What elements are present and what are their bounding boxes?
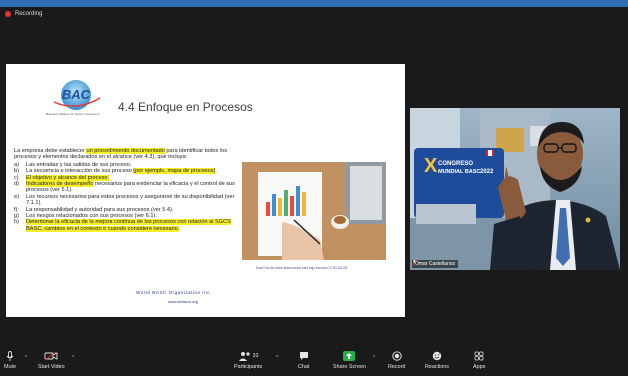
apps-button[interactable]: Apps	[473, 351, 485, 370]
reactions-icon: +	[432, 351, 442, 361]
logo-text: BAC	[62, 87, 91, 102]
record-button[interactable]: Record	[388, 351, 405, 370]
zoom-window: Recording BAC Business Alliance for Secu…	[0, 7, 628, 376]
video-options-caret[interactable]: ^	[72, 355, 74, 361]
basc-logo: BAC	[46, 78, 106, 111]
banner-year: 2022	[480, 169, 494, 175]
start-video-button[interactable]: Start Video	[38, 351, 65, 370]
share-screen-icon	[343, 351, 356, 361]
mute-label: Mute	[4, 364, 16, 370]
slide-footer-url[interactable]: www.wbasco.org	[168, 299, 198, 304]
banner-line1: CONGRESO	[438, 161, 473, 167]
slide-photo	[242, 162, 386, 260]
logo-tagline: Business Alliance for Secure Commerce	[46, 112, 100, 116]
shared-screen-slide: BAC Business Alliance for Secure Commerc…	[6, 64, 405, 317]
share-screen-label: Share Screen	[333, 364, 366, 370]
share-screen-button[interactable]: Share Screen	[333, 351, 366, 370]
mic-muted-icon	[412, 260, 417, 266]
record-dot-icon	[5, 11, 11, 17]
mute-options-caret[interactable]: ^	[25, 355, 27, 361]
participants-icon	[238, 352, 250, 361]
slide-title: 4.4 Enfoque en Procesos	[118, 100, 253, 114]
banner-line2: MUNDIAL BASC	[438, 169, 480, 175]
record-icon	[392, 351, 402, 361]
reactions-label: Reactions	[425, 364, 449, 370]
slide-intro: La empresa debe establecer un procedimie…	[14, 148, 228, 161]
speaker-name: Omar Castellanos	[415, 261, 456, 267]
share-options-caret[interactable]: ^	[373, 355, 375, 361]
chat-icon	[299, 352, 308, 360]
speaker-name-tag: Omar Castellanos	[412, 260, 459, 268]
slide-body: La empresa debe establecer un procedimie…	[14, 148, 242, 232]
speaker-video[interactable]: X CONGRESO MUNDIAL BASC 2022 Omar Castel…	[410, 108, 620, 270]
apps-icon	[474, 351, 484, 361]
photo-caption[interactable]: Esta Foto de Autor desconocido está bajo…	[256, 266, 348, 270]
slide-footer-org: World BASC Organization Inc.	[136, 290, 212, 295]
reactions-button[interactable]: + Reactions	[425, 351, 449, 370]
meeting-toolbar: Mute ^ Start Video ^ 33 Participants ^ C…	[0, 346, 628, 376]
record-label: Record	[388, 364, 406, 370]
mute-button[interactable]: Mute	[4, 351, 16, 370]
participants-label: Participants	[234, 364, 263, 370]
start-video-label: Start Video	[38, 364, 65, 370]
recording-indicator[interactable]: Recording	[0, 7, 628, 21]
list-item: e) Los recursos necesarios para estos pro…	[14, 193, 235, 207]
microphone-icon	[6, 351, 14, 361]
chat-button[interactable]: Chat	[298, 351, 309, 370]
list-item: h) Determinar la eficacia de la mejora co…	[14, 219, 231, 232]
list-item: d) Indicadores de desempeño necesarios pa…	[14, 181, 235, 194]
recording-label: Recording	[15, 11, 43, 17]
svg-text:X: X	[424, 155, 438, 177]
chat-label: Chat	[298, 364, 310, 370]
participants-button[interactable]: 33 Participants	[234, 351, 262, 370]
video-off-icon	[44, 351, 58, 361]
participants-count: 33	[252, 353, 259, 359]
participants-options-caret[interactable]: ^	[276, 355, 278, 361]
requirements-list: a) Las entradas y las salidas de sus proc…	[14, 162, 242, 232]
apps-label: Apps	[473, 364, 486, 370]
